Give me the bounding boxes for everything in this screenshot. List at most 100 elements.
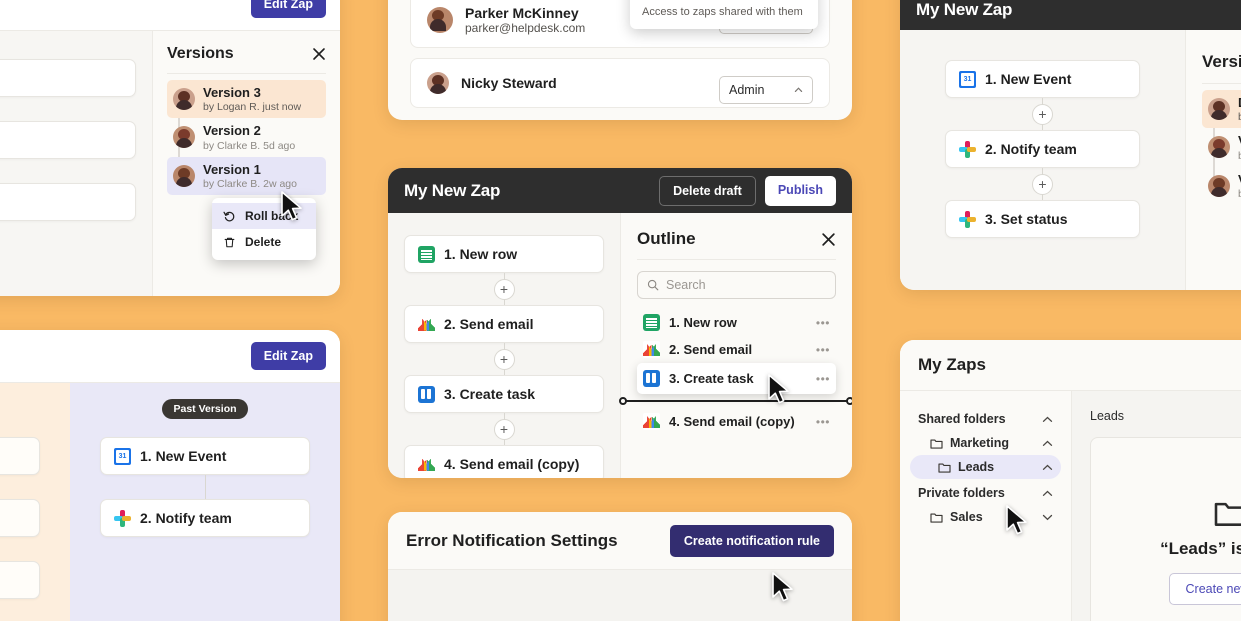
zap-step[interactable]: 1. New row xyxy=(404,235,604,273)
panel-error-notification-settings: Error Notification Settings Create notif… xyxy=(388,512,852,621)
outline-search-box[interactable]: Search xyxy=(637,271,836,299)
step-label: 2. Notify team xyxy=(140,510,232,526)
role-value: Admin xyxy=(729,83,765,97)
compare-past-pane: Past Version 1. New Event 2. Notify team xyxy=(70,383,340,621)
outline-item-label: 3. Create task xyxy=(669,371,754,386)
version-meta: by Clarke B. 2w ago xyxy=(203,177,297,190)
close-icon[interactable] xyxy=(821,232,836,247)
trello-icon xyxy=(418,385,435,403)
zap-header: My New Zap Delete xyxy=(900,0,1241,30)
menu-item-roll-back[interactable]: Roll back xyxy=(212,203,316,229)
zap-step[interactable]: 3. Set status xyxy=(0,561,40,599)
my-zaps-title: My Zaps xyxy=(918,355,987,374)
compare-header: Edit Zap xyxy=(0,330,340,382)
chevron-up-icon[interactable] xyxy=(1042,464,1053,471)
compare-current-pane: Current Version 1. New Event 2. Notify t… xyxy=(0,383,70,621)
zap-step[interactable]: 2. Notify team xyxy=(0,499,40,537)
search-icon xyxy=(647,279,659,291)
panel-zap-editor: My New Zap Delete draft Publish 1. New r… xyxy=(388,168,852,478)
slack-icon xyxy=(114,509,131,527)
overflow-menu-icon[interactable]: ••• xyxy=(816,415,830,429)
edit-zap-button[interactable]: Edit Zap xyxy=(250,342,326,370)
edit-zap-button[interactable]: Edit Zap xyxy=(250,0,326,18)
add-step-button[interactable]: + xyxy=(1032,103,1053,125)
outline-item-dragging[interactable]: 3. Create task ••• xyxy=(637,363,836,394)
version-item[interactable]: Version 2 by Clarke B. 5d ago xyxy=(167,118,326,156)
version-item[interactable]: Version 3 by Logan R. just now xyxy=(167,80,326,119)
avatar xyxy=(173,126,195,149)
zap-step[interactable]: 3. Create task xyxy=(404,375,604,413)
error-settings-title: Error Notification Settings xyxy=(406,530,618,550)
sidebar-item-marketing[interactable]: Marketing xyxy=(910,431,1061,455)
create-new-zap-button[interactable]: Create new Zap xyxy=(1168,573,1241,605)
sidebar-item-sales[interactable]: Sales xyxy=(910,505,1061,529)
create-notification-rule-button[interactable]: Create notification rule xyxy=(669,524,834,557)
zap-step[interactable]: 1. New Event xyxy=(0,437,40,475)
publish-button[interactable]: Publish xyxy=(764,175,836,206)
step-label: 2. Notify team xyxy=(985,141,1077,157)
zap-step[interactable]: 3. Set status xyxy=(945,200,1140,238)
canvas: Edit Zap 1. New Event 2. Notify team 3. … xyxy=(0,0,1241,621)
avatar xyxy=(173,164,195,187)
panel-my-zaps: My Zaps Shared folders Marketing Leads P… xyxy=(900,340,1241,621)
sidebar-group-shared-folders[interactable]: Shared folders xyxy=(910,407,1061,431)
version-item[interactable]: Version 3 by xyxy=(1202,128,1241,166)
version-item[interactable]: Draft by xyxy=(1202,90,1241,129)
outline-search-input[interactable]: Search xyxy=(666,278,706,292)
menu-item-delete[interactable]: Delete xyxy=(212,229,316,255)
outline-item[interactable]: 1. New row ••• xyxy=(637,309,836,336)
tooltip-title: Member xyxy=(642,0,806,3)
versions-title: Versions xyxy=(167,45,234,62)
version-canvas: 1. New Event 2. Notify team 3. Set statu… xyxy=(0,31,152,296)
tooltip-body: Access to zaps shared with them xyxy=(642,6,803,18)
outline-item-label: 1. New row xyxy=(669,315,737,330)
zap-canvas: 1. New Event + 2. Notify team + 3. Set s… xyxy=(900,30,1185,290)
folder-icon xyxy=(938,462,951,473)
version-item[interactable]: Version 1 by Clarke B. 2w ago xyxy=(167,156,326,195)
chevron-up-icon[interactable] xyxy=(1042,416,1053,423)
zap-step[interactable]: 2. Send email xyxy=(404,305,604,343)
step-label: 1. New row xyxy=(444,246,518,262)
sidebar-item-leads[interactable]: Leads xyxy=(910,455,1061,479)
overflow-menu-icon[interactable]: ••• xyxy=(816,372,830,386)
zap-step[interactable]: 1. New Event xyxy=(945,60,1140,98)
add-step-button[interactable]: + xyxy=(493,278,515,300)
version-meta: by Clarke B. 5d ago xyxy=(203,139,296,152)
version-context-menu: Roll back Delete xyxy=(212,198,316,260)
add-step-button[interactable]: + xyxy=(493,418,515,440)
add-step-button[interactable]: + xyxy=(1032,173,1053,195)
sidebar-group-private-folders[interactable]: Private folders xyxy=(910,481,1061,505)
sidebar-item-label: Private folders xyxy=(918,486,1005,500)
step-label: 1. New Event xyxy=(140,448,227,464)
zap-step[interactable]: 2. Notify team xyxy=(0,121,136,159)
google-calendar-icon xyxy=(114,447,131,465)
role-select[interactable]: Admin xyxy=(719,76,813,104)
outline-item-label: 4. Send email (copy) xyxy=(669,414,795,429)
zap-step[interactable]: 2. Notify team xyxy=(945,130,1140,168)
google-sheets-icon xyxy=(643,314,660,331)
zap-step[interactable]: 1. New Event xyxy=(100,437,310,475)
member-row[interactable]: Nicky Steward Admin xyxy=(410,58,830,108)
trello-icon xyxy=(643,370,660,387)
overflow-menu-icon[interactable]: ••• xyxy=(816,316,830,330)
zap-step[interactable]: 2. Notify team xyxy=(100,499,310,537)
add-step-button[interactable]: + xyxy=(493,348,515,370)
rollback-icon xyxy=(223,211,235,221)
chevron-up-icon[interactable] xyxy=(1042,440,1053,447)
delete-draft-button[interactable]: Delete draft xyxy=(659,175,756,206)
close-icon[interactable] xyxy=(312,47,326,61)
editor-header: My New Zap Delete draft Publish xyxy=(388,168,852,213)
overflow-menu-icon[interactable]: ••• xyxy=(816,343,830,357)
zap-step[interactable]: 3. Set status xyxy=(0,183,136,221)
version-item[interactable]: Version 2 by xyxy=(1202,167,1241,205)
versions-sidebar: Versions Draft by Version 3 xyxy=(1185,30,1241,290)
zap-step[interactable]: 1. New Event xyxy=(0,59,136,97)
chevron-up-icon[interactable] xyxy=(1042,490,1053,497)
step-label: 3. Create task xyxy=(444,386,536,402)
zap-step[interactable]: 4. Send email (copy) xyxy=(404,445,604,478)
chevron-down-icon[interactable] xyxy=(1042,514,1053,521)
chevron-up-icon xyxy=(794,87,803,92)
outline-item[interactable]: 4. Send email (copy) ••• xyxy=(637,408,836,435)
outline-item[interactable]: 2. Send email ••• xyxy=(637,336,836,363)
zap-title: My New Zap xyxy=(916,0,1013,19)
